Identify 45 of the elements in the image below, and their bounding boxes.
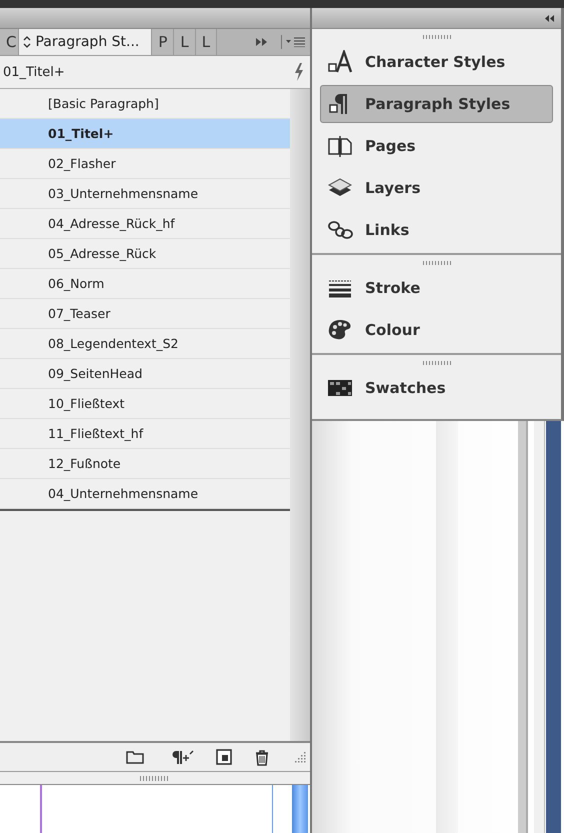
- style-list-item[interactable]: 04_Unternehmensname: [0, 479, 290, 509]
- panel-tab[interactable]: Paragraph St...: [19, 29, 152, 55]
- dock-panel-button[interactable]: Colour: [320, 311, 553, 349]
- drag-grip[interactable]: [422, 361, 450, 365]
- style-list-item[interactable]: 02_Flasher: [0, 149, 290, 179]
- style-list-item[interactable]: 06_Norm: [0, 269, 290, 299]
- up-down-arrows-icon: [23, 36, 32, 48]
- folder-icon[interactable]: [126, 750, 144, 764]
- dock-panel-button[interactable]: Layers: [320, 169, 553, 207]
- current-style-name: 01_Titel+: [3, 64, 65, 80]
- style-list-item[interactable]: 12_Fußnote: [0, 449, 290, 479]
- dock-panel-button[interactable]: Links: [320, 211, 553, 249]
- letter-a-icon: [327, 50, 353, 74]
- style-list-item[interactable]: 10_Fließtext: [0, 389, 290, 419]
- drag-grip[interactable]: [422, 261, 450, 265]
- lightning-icon[interactable]: [294, 63, 304, 81]
- resize-grip-icon[interactable]: [292, 750, 306, 764]
- style-list-item[interactable]: 04_Adresse_Rück_hf: [0, 209, 290, 239]
- dock-panel-button[interactable]: Stroke: [320, 269, 553, 307]
- drag-grip[interactable]: [422, 35, 450, 39]
- style-list-item[interactable]: 08_Legendentext_S2: [0, 329, 290, 359]
- style-list-item[interactable]: 09_SeitenHead: [0, 359, 290, 389]
- palette-icon: [327, 318, 353, 342]
- dock-panel-button[interactable]: Pages: [320, 127, 553, 165]
- dock-panel-button[interactable]: Character Styles: [320, 43, 553, 81]
- chain-links-icon: [327, 218, 353, 242]
- dock-panel-button[interactable]: Paragraph Styles: [320, 85, 553, 123]
- expand-panels-icon[interactable]: [255, 37, 269, 47]
- style-list-item[interactable]: 03_Unternehmensname: [0, 179, 290, 209]
- collapse-icon[interactable]: [545, 14, 555, 22]
- style-list-item[interactable]: 05_Adresse_Rück: [0, 239, 290, 269]
- scroll-bar[interactable]: [290, 89, 310, 741]
- panel-tab[interactable]: C: [0, 29, 20, 55]
- style-list-item[interactable]: 07_Teaser: [0, 299, 290, 329]
- style-list-item[interactable]: 11_Fließtext_hf: [0, 419, 290, 449]
- open-book-icon: [327, 134, 353, 158]
- trash-icon[interactable]: [254, 748, 270, 766]
- dock-panel-button[interactable]: Swatches: [320, 369, 553, 407]
- new-style-icon[interactable]: [216, 749, 232, 765]
- panel-tab[interactable]: P: [152, 29, 174, 55]
- style-list-item[interactable]: 01_Titel+: [0, 119, 290, 149]
- pilcrow-plus-icon[interactable]: [170, 749, 194, 765]
- panel-menu-icon[interactable]: [286, 37, 306, 47]
- panel-tab[interactable]: L: [196, 29, 218, 55]
- panel-tab[interactable]: L: [174, 29, 196, 55]
